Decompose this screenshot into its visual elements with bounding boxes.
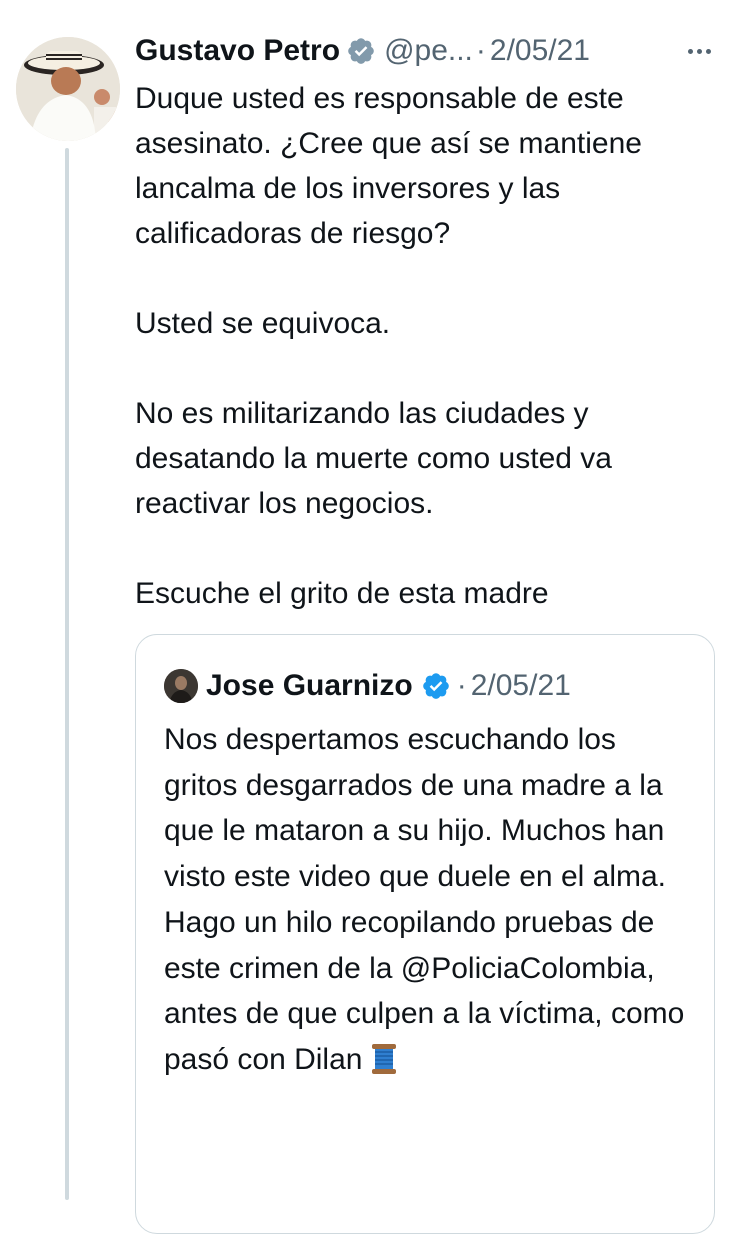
more-options-icon[interactable] [688, 28, 711, 74]
tweet[interactable]: Gustavo Petro @pe... · 2/05/21 Duque ust… [0, 0, 731, 1234]
tweet-paragraph: Escuche el grito de esta madre [135, 577, 549, 610]
verified-badge-blue-icon[interactable] [421, 671, 451, 701]
author-name[interactable]: Gustavo Petro [135, 28, 340, 74]
quoted-tweet-text: Nos despertamos escuchando los gritos de… [164, 723, 685, 1076]
quoted-tweet-header: Jose Guarnizo · 2/05/21 [164, 663, 571, 709]
author-handle[interactable]: @pe... [384, 28, 473, 74]
quoted-tweet-date[interactable]: 2/05/21 [471, 663, 571, 709]
quoted-tweet-card[interactable]: Jose Guarnizo · 2/05/21 Nos despertamos … [135, 634, 715, 1234]
verified-badge-gray-icon[interactable] [346, 36, 376, 66]
quoted-tweet-body: Nos despertamos escuchando los gritos de… [164, 717, 694, 1083]
tweet-paragraph: Usted se equivoca. [135, 307, 391, 340]
spool-of-thread-icon [371, 1043, 397, 1075]
header-separator: · [475, 34, 486, 67]
thread-connector-line [65, 148, 69, 1200]
quoted-author-avatar[interactable] [164, 669, 198, 703]
author-avatar[interactable] [16, 37, 120, 141]
tweet-paragraph: No es militarizando las ciudades y desat… [135, 397, 612, 520]
tweet-paragraph: Duque usted es responsable de este asesi… [135, 82, 642, 250]
tweet-body: Duque usted es responsable de este asesi… [135, 76, 715, 661]
quoted-author-name[interactable]: Jose Guarnizo [206, 663, 413, 709]
tweet-header: Gustavo Petro @pe... · 2/05/21 [135, 28, 711, 74]
quoted-header-separator: · [456, 669, 467, 702]
tweet-date[interactable]: 2/05/21 [490, 28, 590, 74]
